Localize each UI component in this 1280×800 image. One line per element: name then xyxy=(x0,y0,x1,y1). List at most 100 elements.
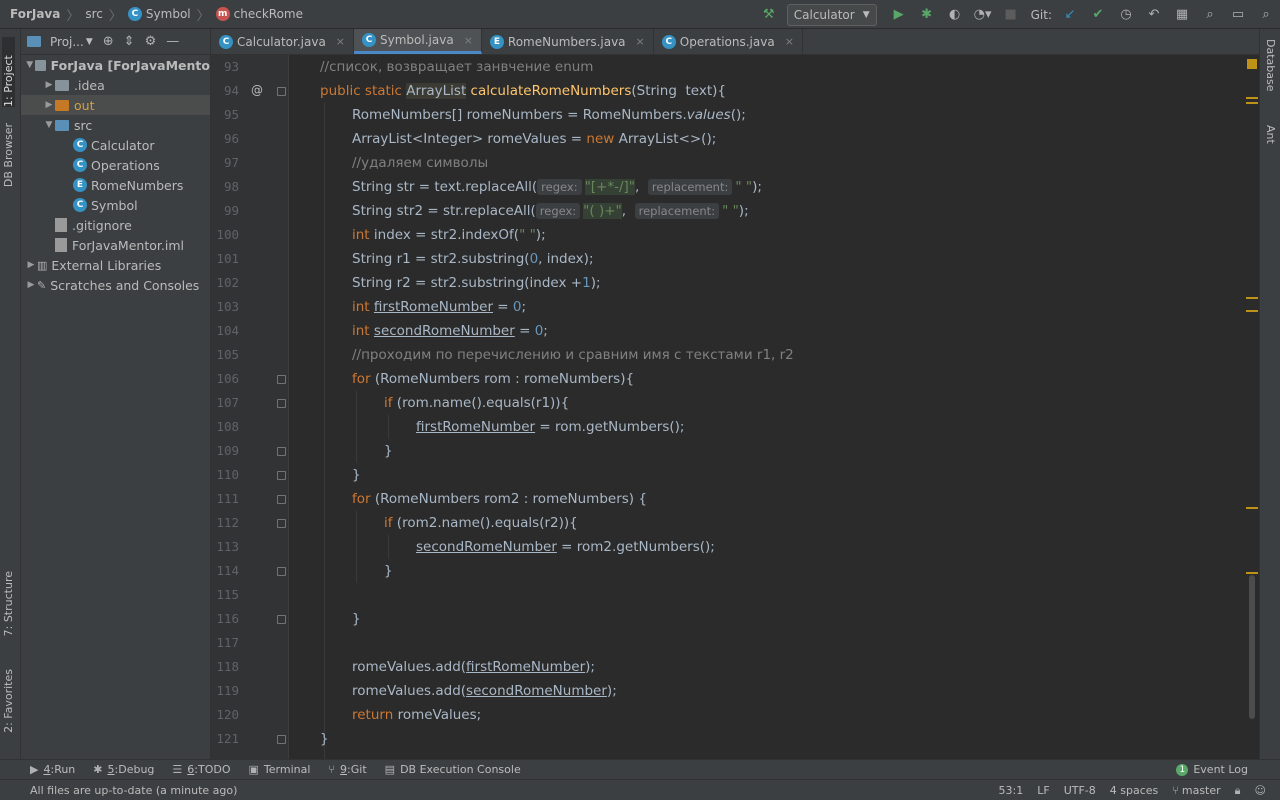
tree-item[interactable]: C Operations xyxy=(21,155,210,175)
tree-item[interactable]: ▶ ▥ External Libraries xyxy=(21,255,210,275)
tool-window-db-execution-console[interactable]: ▤ DB Execution Console xyxy=(385,763,521,776)
chevron-right-icon[interactable]: ▶ xyxy=(25,260,37,270)
tab-project-tool[interactable]: 1: Project xyxy=(2,37,15,107)
chevron-down-icon[interactable]: ▼ xyxy=(43,120,55,130)
line-number[interactable]: 104 xyxy=(216,323,239,338)
tree-item[interactable]: C Symbol xyxy=(21,195,210,215)
tree-item[interactable]: .gitignore xyxy=(21,215,210,235)
tab-ant[interactable]: Ant xyxy=(1264,125,1277,144)
line-number[interactable]: 95 xyxy=(224,107,239,122)
tool-window-git[interactable]: ⑂ 9: Git xyxy=(328,763,366,776)
line-number[interactable]: 101 xyxy=(216,251,239,266)
line-number[interactable]: 94 xyxy=(224,83,239,98)
caret-position[interactable]: 53:1 xyxy=(999,784,1024,797)
git-update-icon[interactable]: ↙ xyxy=(1058,4,1082,26)
tool-window-todo[interactable]: ☰ 6: TODO xyxy=(172,763,230,776)
tab-database[interactable]: Database xyxy=(1264,39,1277,92)
line-number[interactable]: 98 xyxy=(224,179,239,194)
build-hammer-icon[interactable]: ⚒ xyxy=(757,4,781,26)
close-icon[interactable]: × xyxy=(785,35,794,48)
fold-marker[interactable] xyxy=(277,375,286,384)
git-branch[interactable]: ⑂ master xyxy=(1172,784,1220,797)
tree-item[interactable]: C Calculator xyxy=(21,135,210,155)
chevron-down-icon[interactable]: ▼ xyxy=(25,60,35,70)
stripe-mark[interactable] xyxy=(1246,297,1258,299)
editor-tab[interactable]: C Calculator.java × xyxy=(211,29,355,54)
warning-icon[interactable] xyxy=(1247,59,1257,69)
error-stripe[interactable] xyxy=(1245,55,1259,759)
stop-icon[interactable]: ■ xyxy=(999,4,1023,26)
line-number[interactable]: 117 xyxy=(216,635,239,650)
project-view-select[interactable]: Proj... xyxy=(50,35,84,49)
run-configuration-select[interactable]: Calculator ▼ xyxy=(786,3,877,26)
git-commit-icon[interactable]: ✔ xyxy=(1086,4,1110,26)
line-number[interactable]: 96 xyxy=(224,131,239,146)
line-number[interactable]: 97 xyxy=(224,155,239,170)
event-log-button[interactable]: 1 Event Log xyxy=(1176,763,1248,776)
tool-window-terminal[interactable]: ▣ Terminal xyxy=(249,763,311,776)
tree-item[interactable]: E RomeNumbers xyxy=(21,175,210,195)
editor-tab[interactable]: E RomeNumbers.java × xyxy=(482,29,654,54)
code-editor[interactable]: //список, возвращает занвчение enum publ… xyxy=(290,55,1245,759)
stripe-mark[interactable] xyxy=(1246,310,1258,312)
status-message[interactable]: All files are up-to-date (a minute ago) xyxy=(30,784,237,797)
stripe-mark[interactable] xyxy=(1246,97,1258,99)
fold-marker[interactable] xyxy=(277,567,286,576)
gear-icon[interactable]: ⚙ xyxy=(145,34,157,49)
stripe-mark[interactable] xyxy=(1246,507,1258,509)
locate-icon[interactable]: ⊕ xyxy=(103,34,114,49)
fold-marker[interactable] xyxy=(277,615,286,624)
line-number[interactable]: 118 xyxy=(216,659,239,674)
hide-icon[interactable]: — xyxy=(166,34,179,49)
breadcrumb-method[interactable]: m checkRome xyxy=(215,7,303,21)
line-number[interactable]: 100 xyxy=(216,227,239,242)
line-separator[interactable]: LF xyxy=(1037,784,1049,797)
line-number[interactable]: 102 xyxy=(216,275,239,290)
run-icon[interactable]: ▶ xyxy=(887,4,911,26)
tool-window-run[interactable]: ▶ 4: Run xyxy=(30,763,75,776)
git-history-icon[interactable]: ◷ xyxy=(1114,4,1138,26)
line-number[interactable]: 107 xyxy=(216,395,239,410)
terminal-layout-icon[interactable]: ▭ xyxy=(1226,4,1250,26)
fold-marker[interactable] xyxy=(277,735,286,744)
tab-favorites[interactable]: 2: Favorites xyxy=(2,669,15,733)
scrollbar-thumb[interactable] xyxy=(1249,575,1255,719)
tab-structure[interactable]: 7: Structure xyxy=(2,571,15,636)
chevron-right-icon[interactable]: ▶ xyxy=(43,80,55,90)
line-number[interactable]: 108 xyxy=(216,419,239,434)
line-number[interactable]: 109 xyxy=(216,443,239,458)
search-everywhere-icon[interactable]: ⌕ xyxy=(1254,4,1278,26)
git-revert-icon[interactable]: ↶ xyxy=(1142,4,1166,26)
line-number[interactable]: 115 xyxy=(216,587,239,602)
file-encoding[interactable]: UTF-8 xyxy=(1064,784,1096,797)
chevron-right-icon[interactable]: ▶ xyxy=(25,280,37,290)
line-number[interactable]: 110 xyxy=(216,467,239,482)
close-icon[interactable]: × xyxy=(636,35,645,48)
fold-marker[interactable] xyxy=(277,399,286,408)
chevron-down-icon[interactable]: ▼ xyxy=(86,37,93,47)
line-number[interactable]: 121 xyxy=(216,731,239,746)
tree-item[interactable]: ▼ ForJava [ForJavaMento xyxy=(21,55,210,75)
coverage-icon[interactable]: ◐ xyxy=(943,4,967,26)
collapse-all-icon[interactable]: ⇕ xyxy=(124,34,135,49)
fold-marker[interactable] xyxy=(277,471,286,480)
line-number[interactable]: 106 xyxy=(216,371,239,386)
line-number[interactable]: 93 xyxy=(224,59,239,74)
fold-marker[interactable] xyxy=(277,447,286,456)
line-number[interactable]: 114 xyxy=(216,563,239,578)
line-number[interactable]: 111 xyxy=(216,491,239,506)
stripe-mark[interactable] xyxy=(1246,102,1258,104)
tree-item[interactable]: ForJavaMentor.iml xyxy=(21,235,210,255)
line-number[interactable]: 119 xyxy=(216,683,239,698)
profile-icon[interactable]: ◔▾ xyxy=(971,4,995,26)
tab-db-browser[interactable]: DB Browser xyxy=(2,123,15,187)
fold-marker[interactable] xyxy=(277,519,286,528)
line-number[interactable]: 99 xyxy=(224,203,239,218)
close-icon[interactable]: × xyxy=(336,35,345,48)
project-structure-icon[interactable]: ▦ xyxy=(1170,4,1194,26)
line-number[interactable]: 105 xyxy=(216,347,239,362)
fold-marker[interactable] xyxy=(277,495,286,504)
inspector-icon[interactable]: ☺ xyxy=(1255,784,1266,797)
editor-tab[interactable]: C Symbol.java × xyxy=(354,29,482,54)
tree-item[interactable]: ▶ out xyxy=(21,95,210,115)
